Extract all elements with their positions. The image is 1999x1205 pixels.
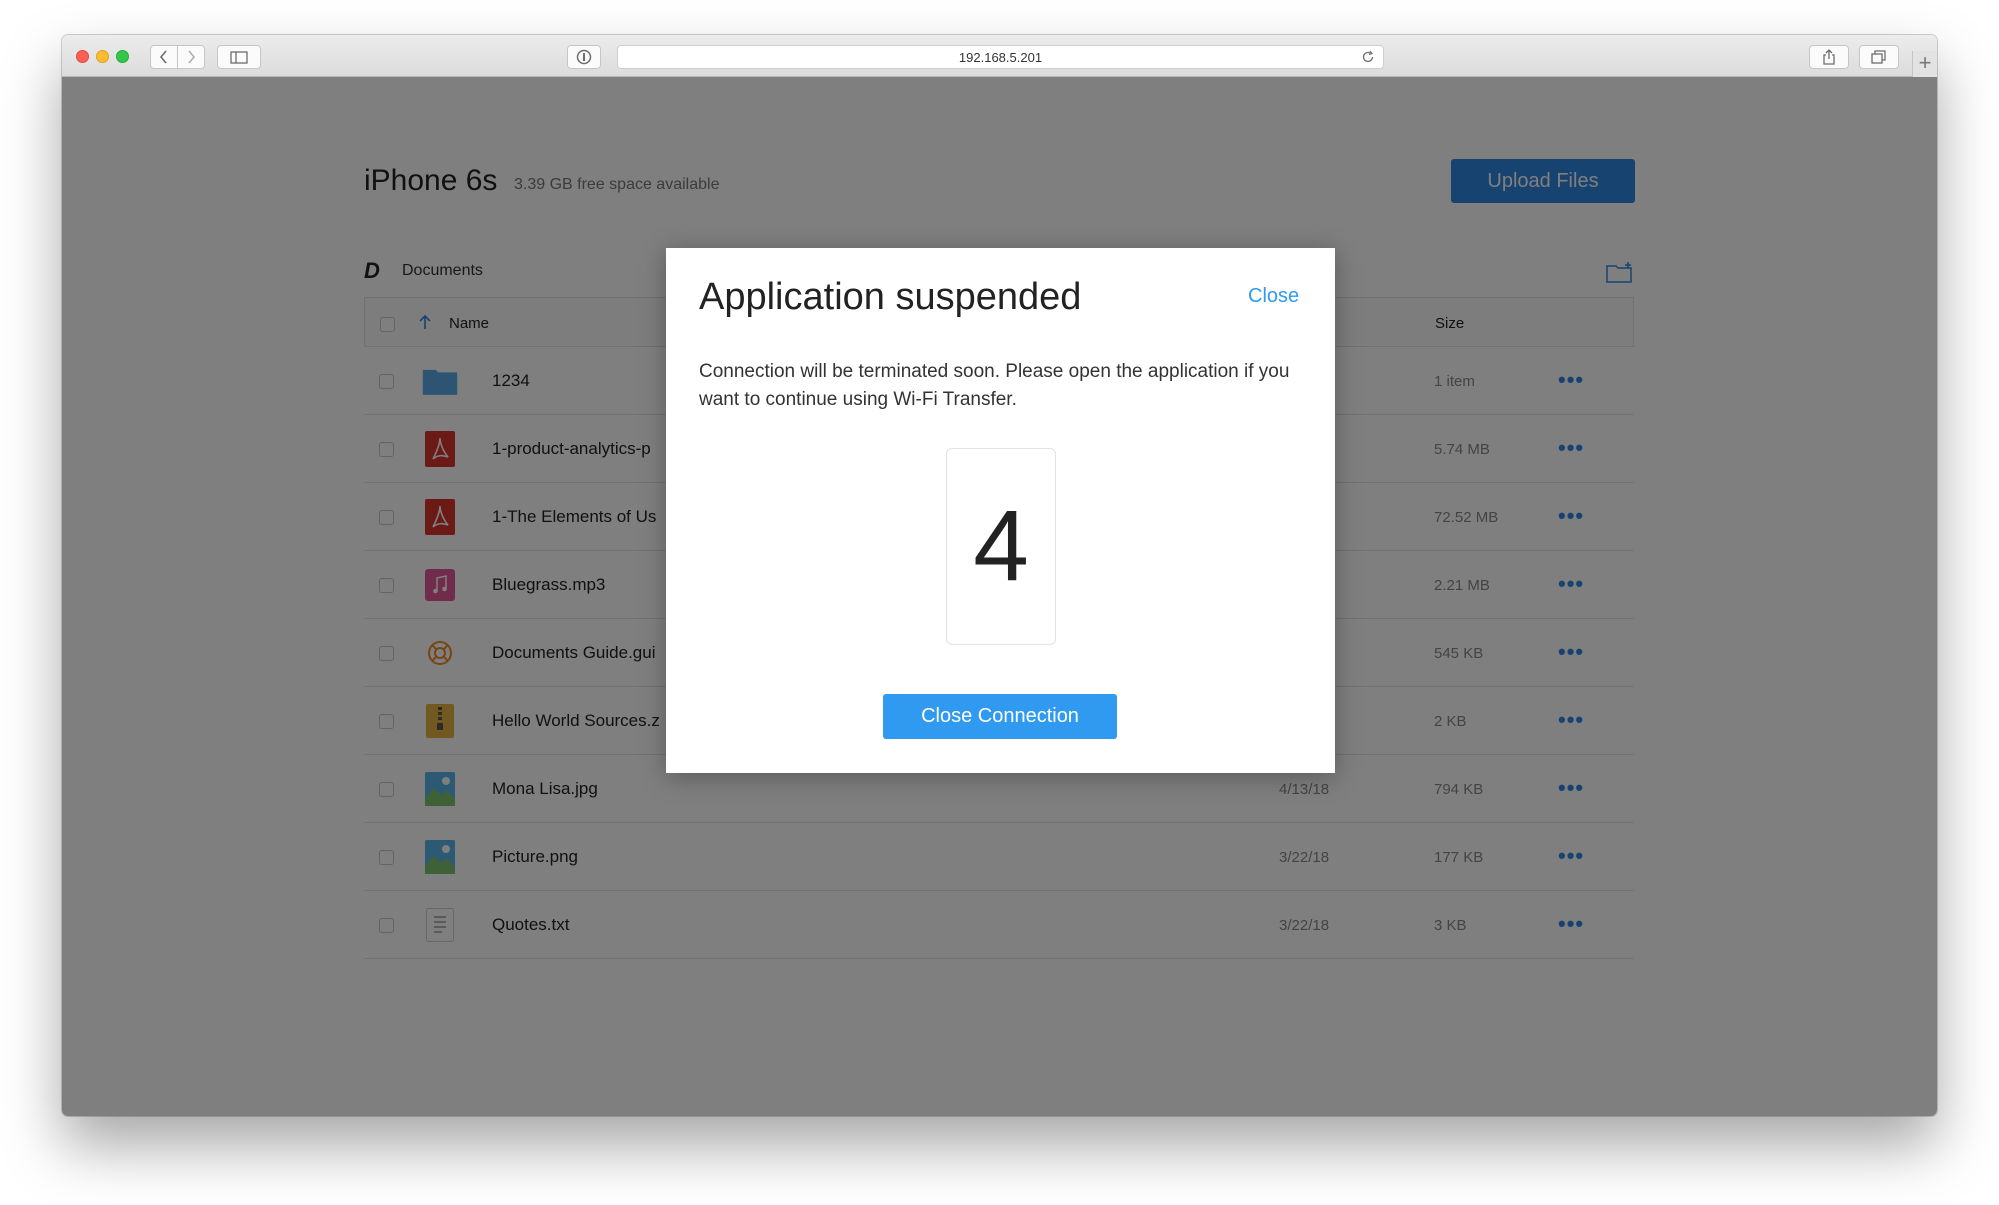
countdown-display: 4 <box>946 448 1056 645</box>
browser-toolbar: 192.168.5.201 + <box>62 35 1937 77</box>
new-tab-button[interactable]: + <box>1912 51 1937 77</box>
dialog-message: Connection will be terminated soon. Plea… <box>699 361 1290 410</box>
share-icon <box>1823 49 1835 65</box>
close-connection-button[interactable]: Close Connection <box>883 694 1117 739</box>
suspended-dialog: Application suspended Close Connection w… <box>666 248 1335 773</box>
forward-button[interactable] <box>177 45 205 69</box>
chevron-right-icon <box>188 50 196 64</box>
plus-icon: + <box>1918 50 1932 75</box>
browser-window: 192.168.5.201 + iPhone 6s 3.39 GB free s… <box>62 35 1937 1116</box>
dialog-close-link[interactable]: Close <box>1248 285 1299 308</box>
sidebar-toggle-button[interactable] <box>217 45 261 69</box>
close-window-button[interactable] <box>76 50 89 63</box>
tabs-icon <box>1871 50 1886 64</box>
address-bar[interactable]: 192.168.5.201 <box>617 45 1384 69</box>
privacy-report-button[interactable] <box>567 45 601 69</box>
minimize-window-button[interactable] <box>96 50 109 63</box>
sidebar-icon <box>230 50 248 64</box>
address-text: 192.168.5.201 <box>958 49 1043 65</box>
chevron-left-icon <box>159 50 167 64</box>
back-button[interactable] <box>150 45 178 69</box>
info-icon <box>576 49 592 65</box>
share-button[interactable] <box>1809 45 1849 69</box>
zoom-window-button[interactable] <box>116 50 129 63</box>
dialog-title: Application suspended <box>699 276 1082 318</box>
reload-icon[interactable] <box>1361 50 1375 64</box>
show-tabs-button[interactable] <box>1859 45 1899 69</box>
